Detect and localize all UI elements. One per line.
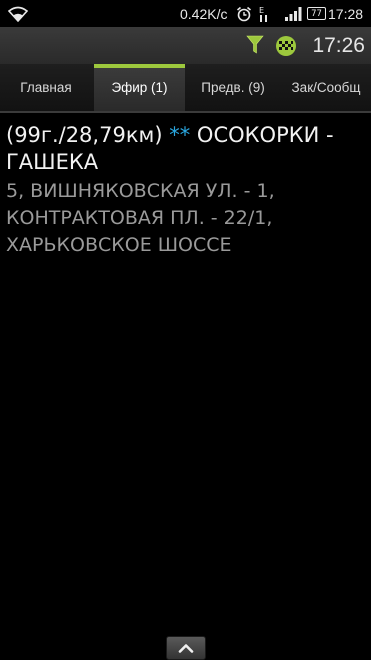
alarm-icon — [236, 0, 252, 27]
tab-prelim[interactable]: Предв. (9) — [187, 64, 279, 111]
battery-icon: 77 — [307, 0, 326, 27]
status-bar: 0.42K/c E 77 17:28 — [0, 0, 371, 27]
tab-label: Зак/Сообщ — [291, 80, 361, 95]
svg-text:E: E — [259, 6, 264, 15]
order-price-distance: (99г./28,79км) — [6, 123, 163, 147]
order-item[interactable]: (99г./28,79км) ** ОСОКОРКИ - ГАШЕКА 5, В… — [6, 122, 368, 259]
status-time: 17:28 — [328, 5, 364, 22]
expand-button[interactable] — [166, 636, 206, 660]
tab-bar: Главная Эфир (1) Предв. (9) Зак/Сообщ — [0, 64, 371, 113]
taxi-icon[interactable] — [275, 35, 297, 61]
tab-main[interactable]: Главная — [0, 64, 92, 111]
order-title-line: (99г./28,79км) ** ОСОКОРКИ - ГАШЕКА — [6, 122, 368, 176]
battery-level: 77 — [307, 7, 326, 20]
network-e-icon: E — [258, 0, 270, 27]
signal-icon — [285, 0, 302, 27]
order-list: (99г./28,79км) ** ОСОКОРКИ - ГАШЕКА 5, В… — [6, 122, 368, 259]
network-speed: 0.42K/c — [180, 5, 228, 22]
app-header: 17:26 — [0, 27, 371, 65]
wifi-icon — [8, 0, 28, 27]
tab-label: Главная — [20, 80, 72, 95]
header-time: 17:26 — [312, 33, 365, 57]
filter-icon[interactable] — [246, 35, 264, 59]
order-route: 5, ВИШНЯКОВСКАЯ УЛ. - 1, КОНТРАКТОВАЯ ПЛ… — [6, 180, 275, 256]
tab-label: Эфир (1) — [111, 80, 168, 95]
tab-label: Предв. (9) — [201, 80, 265, 95]
order-stars: ** — [169, 123, 191, 147]
chevron-up-icon — [178, 643, 194, 653]
tab-air[interactable]: Эфир (1) — [94, 64, 185, 111]
tab-orders-messages[interactable]: Зак/Сообщ — [281, 64, 371, 111]
